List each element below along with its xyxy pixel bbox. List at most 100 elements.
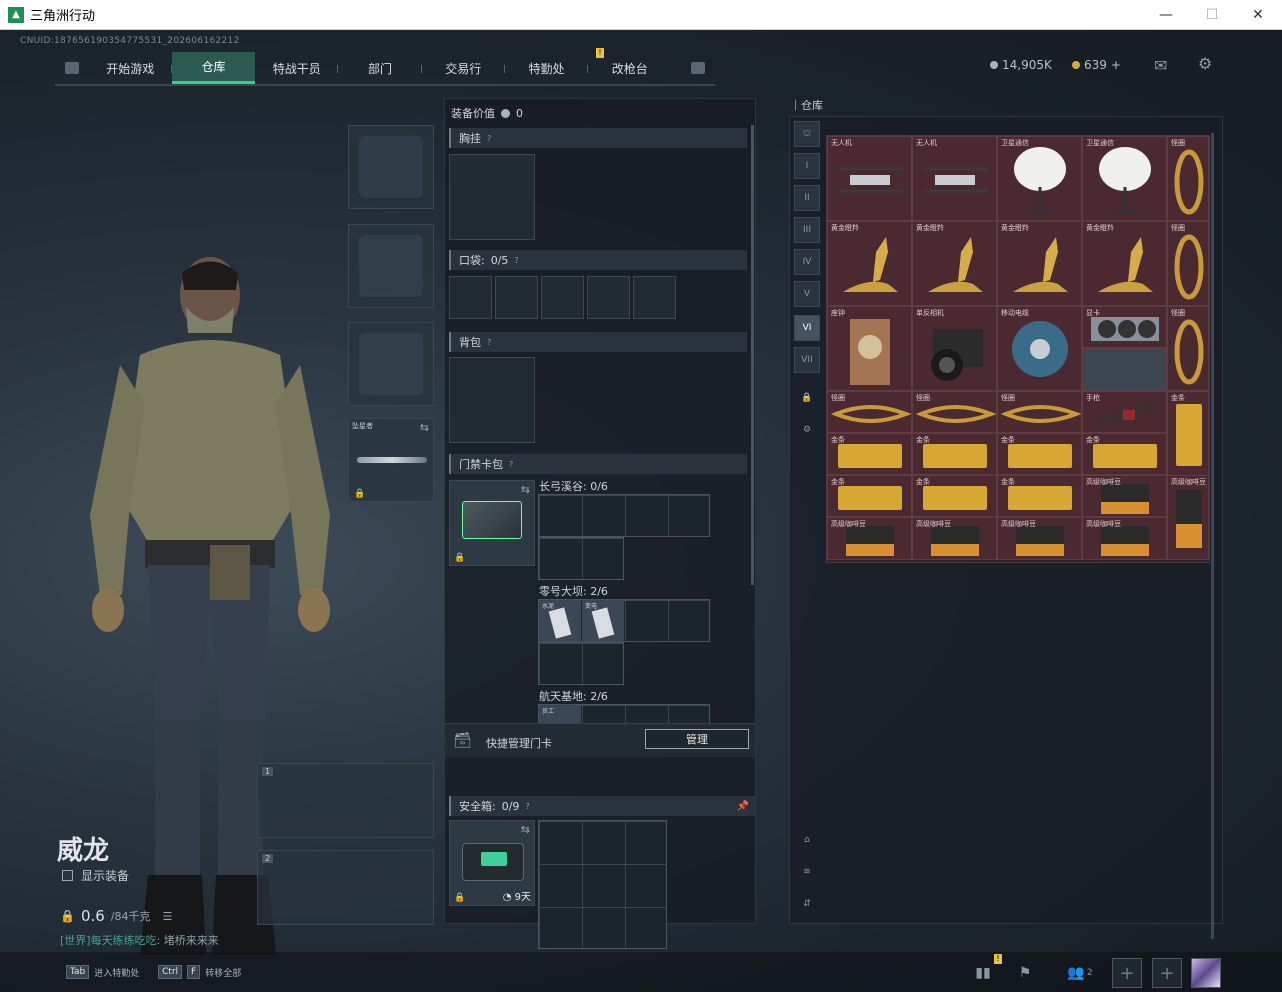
stash-tab-2[interactable]: II [794,185,820,211]
show-equipment-checkbox[interactable] [62,870,73,881]
stash-item[interactable]: 无人机 [912,136,997,221]
maximize-button[interactable]: ☐ [1189,0,1235,30]
nav-right-key-icon[interactable] [691,62,705,74]
tab-start-game[interactable]: 开始游戏 [89,52,172,84]
stash-item[interactable]: 黄金瞪羚 [1082,221,1167,306]
stash-item[interactable]: 黄金瞪羚 [827,221,912,306]
stash-tab-3[interactable]: III [794,217,820,243]
pocket-slot[interactable] [449,276,492,319]
stash-tab-5[interactable]: V [794,281,820,307]
stash-item[interactable]: 无人机 [827,136,912,221]
primary-weapon-slot-1[interactable]: 1 [257,763,434,838]
stash-item[interactable]: 怪圈 [1167,306,1209,391]
help-icon[interactable]: ? [525,802,529,811]
keycard-item[interactable]: 变电 [583,601,624,642]
add-currency-button[interactable]: + [1111,58,1121,72]
enter-special-ops-hint[interactable]: Tab 进入特勤处 [66,965,139,979]
stash-item[interactable]: 金条 [827,433,912,475]
melee-slot[interactable]: 坠星者 ⇆ 🔒 [348,418,434,502]
manage-button[interactable]: 管理 [645,729,749,749]
pocket-slot[interactable] [541,276,584,319]
list-icon[interactable]: ☰ [163,910,173,923]
key-grid[interactable] [538,642,624,685]
stash-item[interactable]: 移动电缆 [997,306,1082,391]
help-icon[interactable]: ? [487,134,491,143]
help-icon[interactable]: ? [514,256,518,265]
stash-item[interactable]: 金条 [912,475,997,517]
stash-item[interactable]: 金条 [827,475,912,517]
stash-item[interactable]: 黄金瞪羚 [912,221,997,306]
stash-item[interactable]: 手枪 [1082,391,1167,433]
stash-tab-7[interactable]: VII [794,347,820,373]
invite-slot-button[interactable]: + [1112,958,1142,988]
stash-item[interactable]: 怪圈 [1167,136,1209,221]
stash-item[interactable]: 金条 [997,433,1082,475]
stash-item[interactable]: 高级咖啡豆 [1167,475,1209,560]
transfer-all-hint[interactable]: Ctrl F 转移全部 [158,965,241,979]
stash-scrollbar[interactable] [1211,133,1214,939]
close-button[interactable]: ✕ [1235,0,1281,30]
invite-slot-button[interactable]: + [1152,958,1182,988]
stash-item[interactable]: 高级咖啡豆 [827,517,912,560]
squad-icon[interactable]: 👥 2 [1060,960,1100,986]
stash-settings-icon[interactable]: ⚙ [794,417,820,443]
stash-tab-all-icon[interactable]: ⛫ [794,121,820,147]
stash-item[interactable]: 高级咖啡豆 [997,517,1082,560]
stash-item[interactable]: 金条 [997,475,1082,517]
stash-item-board[interactable] [1082,348,1167,391]
key-grid[interactable]: 水泥 变电 [538,599,710,642]
mail-icon[interactable]: ✉ [1154,56,1167,75]
stash-item[interactable]: 显卡 [1082,306,1167,348]
tab-warehouse[interactable]: 仓库 [171,52,256,84]
loadout-scrollbar[interactable] [751,125,754,585]
armor-slot[interactable] [348,224,434,308]
stash-item[interactable]: 金条 [1082,433,1167,475]
keycard-item[interactable]: 水泥 [540,601,581,642]
tab-special-ops[interactable]: 特勤处 [505,52,589,84]
flag-icon[interactable]: ⚑ [1010,960,1040,986]
stash-item[interactable]: 黄金瞪羚 [997,221,1082,306]
settings-gear-icon[interactable]: ⚙ [1198,54,1212,73]
stash-item[interactable]: 怪圈 [912,391,997,433]
backpack-slot[interactable] [449,357,535,443]
pocket-slot[interactable] [495,276,538,319]
tab-operators[interactable]: 特战干员 [255,52,339,84]
pocket-slot[interactable] [587,276,630,319]
currency-main[interactable]: 14,905K [990,58,1052,72]
chat-line[interactable]: [世界]每天练练吃吃: 堵桥来来来 [60,932,219,948]
player-avatar[interactable] [1191,958,1221,988]
help-icon[interactable]: ? [509,460,513,469]
key-grid[interactable] [538,494,710,537]
stash-item[interactable]: 卫星通信 [997,136,1082,221]
stash-item[interactable]: 卫星通信 [1082,136,1167,221]
stash-item[interactable]: 怪圈 [997,391,1082,433]
stash-item[interactable]: 怪圈 [827,391,912,433]
stash-item[interactable]: 金条 [912,433,997,475]
safe-box-slot[interactable]: ⇆ 🔒 ◔ 9天 [449,820,535,906]
help-icon[interactable]: ? [487,338,491,347]
stash-tab-1[interactable]: I [794,153,820,179]
safe-box-grid[interactable] [538,820,667,949]
stash-layers-icon[interactable]: ≋ [794,859,820,885]
currency-premium[interactable]: 639 + [1072,58,1121,72]
stash-lock-icon[interactable]: 🔒 [794,385,820,411]
tab-department[interactable]: 部门 [338,52,422,84]
minimize-button[interactable]: — [1143,0,1189,30]
stash-item[interactable]: 高级咖啡豆 [912,517,997,560]
stash-sort-icon[interactable]: ⌂ [794,827,820,853]
keycard-case-slot[interactable]: ⇆ 🔒 [449,480,535,566]
chest-rig-slot[interactable] [449,154,535,240]
show-equipment-toggle[interactable]: 显示装备 [62,867,129,884]
swap-icon[interactable]: ⇆ [521,823,530,836]
swap-icon[interactable]: ⇆ [420,421,429,434]
stash-tab-4[interactable]: IV [794,249,820,275]
swap-icon[interactable]: ⇆ [521,483,530,496]
stash-transfer-icon[interactable]: ⇵ [794,891,820,917]
stash-item[interactable]: 高级咖啡豆 [1082,475,1167,517]
pocket-slot[interactable] [633,276,676,319]
stash-item[interactable]: 座钟 [827,306,912,391]
pistol-slot[interactable] [348,322,434,406]
tab-market[interactable]: 交易行 [422,52,505,84]
helmet-slot[interactable] [348,125,434,209]
primary-weapon-slot-2[interactable]: 2 [257,850,434,925]
